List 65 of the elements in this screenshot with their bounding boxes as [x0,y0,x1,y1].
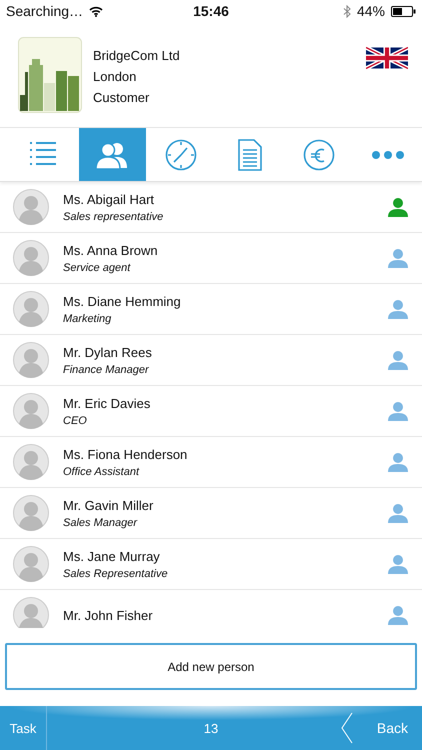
avatar [13,546,49,582]
person-name: Ms. Fiona Henderson [63,446,188,462]
avatar [13,240,49,276]
person-icon[interactable] [388,503,408,523]
person-icon[interactable] [388,452,408,472]
person-icon[interactable] [388,554,408,574]
more-icon [372,150,404,158]
person-row[interactable]: Ms. Diane Hemming Marketing [0,284,422,335]
person-row[interactable]: Ms. Jane Murray Sales Representative [0,539,422,590]
avatar [13,291,49,327]
tab[interactable] [78,128,146,181]
euro-coin-icon [302,138,335,170]
person-icon[interactable] [388,401,408,421]
person-icon[interactable] [388,299,408,319]
carrier-text: Searching… [6,3,84,19]
person-role: Service agent [63,262,132,274]
avatar [13,444,49,480]
bluetooth-icon [342,4,351,18]
person-name: Ms. Abigail Hart [63,192,156,206]
avatar [13,495,49,531]
person-row[interactable]: Mr. John Fisher [0,590,422,628]
battery-percent: 44% [356,3,385,19]
person-role: Sales Manager [63,516,138,528]
clock-text: 15:46 [193,3,229,19]
avatar [13,393,49,429]
person-role: CEO [63,414,88,426]
person-row[interactable]: Mr. Gavin Miller Sales Manager [0,488,422,539]
company-city: London [93,69,138,84]
add-person-button[interactable]: Add new person [5,643,417,690]
count-text: 13 [204,720,218,736]
tab[interactable] [148,128,214,181]
document-icon [238,138,262,170]
avatar [13,597,49,628]
people-icon [95,140,130,168]
person-row[interactable]: Mr. Eric Davies CEO [0,386,422,437]
person-row[interactable]: Ms. Anna Brown Service agent [0,233,422,284]
avatar [13,342,49,378]
avatar [13,189,49,225]
company-name: BridgeCom Ltd [93,48,181,63]
person-role: Sales representative [63,210,164,222]
person-name: Ms. Diane Hemming [63,294,182,308]
person-icon[interactable] [388,350,408,370]
person-icon[interactable] [388,248,408,268]
person-name: Mr. John Fisher [63,608,154,622]
person-icon[interactable] [388,197,408,217]
person-role: Finance Manager [63,364,150,376]
person-row[interactable]: Ms. Fiona Henderson Office Assistant [0,437,422,488]
person-role: Sales Representative [63,568,169,580]
person-name: Mr. Eric Davies [63,396,152,410]
person-row[interactable]: Mr. Dylan Rees Finance Manager [0,335,422,386]
person-name: Mr. Dylan Rees [63,344,153,360]
person-role: Marketing [63,312,112,324]
uk-flag-icon[interactable] [366,45,408,71]
person-name: Mr. Gavin Miller [63,498,154,512]
person-name: Ms. Anna Brown [63,242,159,258]
person-name: Ms. Jane Murray [63,548,161,564]
person-row[interactable]: Ms. Abigail Hart Sales representative [0,182,422,233]
battery-icon [391,6,416,16]
clock-icon [165,138,198,170]
person-role: Office Assistant [63,466,140,478]
tab[interactable] [10,128,77,181]
company-relation: Customer [93,90,150,105]
person-icon[interactable] [388,605,408,625]
wifi-icon [89,6,104,16]
chevron-icon [340,712,353,744]
